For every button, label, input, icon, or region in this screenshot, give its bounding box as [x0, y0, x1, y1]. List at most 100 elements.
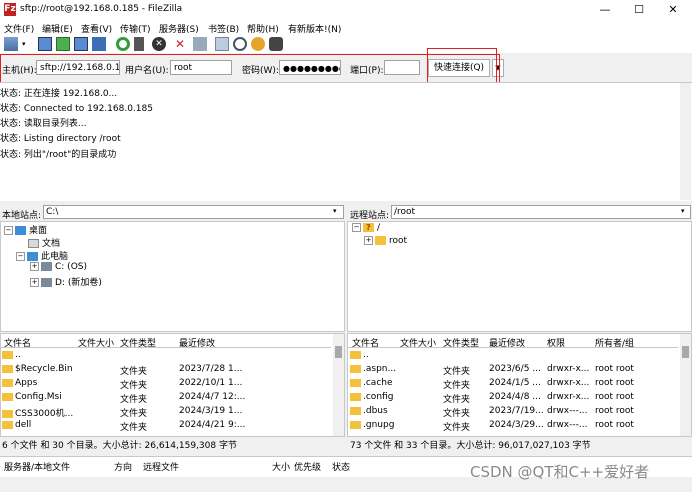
table-row[interactable]: .cache 文件夹 2024/1/5 ... drwxr-x... root …	[350, 377, 678, 391]
file-type: 文件夹	[443, 381, 471, 391]
file-modified: 2024/3/29...	[489, 420, 544, 430]
queue-col-direction[interactable]: 方向	[114, 460, 132, 473]
tree-label: 此电脑	[41, 252, 69, 262]
queue-col-remote[interactable]: 远程文件	[143, 460, 179, 473]
toggle-queue-icon[interactable]	[92, 37, 106, 51]
folder-icon	[350, 420, 361, 429]
collapse-icon[interactable]: −	[16, 252, 25, 261]
menu-help[interactable]: 帮助(H)	[247, 22, 279, 35]
log-line: 状态: Listing directory /root	[0, 134, 121, 144]
collapse-icon[interactable]: −	[352, 223, 361, 232]
remote-path-dropdown-icon[interactable]: ▾	[681, 207, 685, 215]
toggle-log-icon[interactable]	[38, 37, 52, 51]
file-name: ..	[363, 350, 369, 360]
tree-item-remote-root[interactable]: −? /	[352, 223, 380, 233]
log-line: 状态: Connected to 192.168.0.185	[0, 104, 153, 114]
tree-item-documents[interactable]: 文档	[28, 236, 60, 249]
table-row[interactable]: Config.Msi 文件夹 2024/4/7 12:...	[2, 391, 332, 405]
menu-view[interactable]: 查看(V)	[81, 22, 112, 35]
folder-icon	[375, 236, 386, 245]
remote-scroll-thumb[interactable]	[682, 346, 689, 358]
collapse-icon[interactable]: −	[4, 226, 13, 235]
site-manager-dropdown-icon[interactable]: ▾	[22, 37, 30, 51]
minimize-button[interactable]: —	[588, 0, 622, 20]
expand-icon[interactable]: +	[30, 262, 39, 271]
menu-edit[interactable]: 编辑(E)	[42, 22, 73, 35]
table-row[interactable]: ..	[2, 349, 332, 362]
table-row[interactable]: ..	[350, 349, 678, 362]
folder-icon	[350, 350, 361, 359]
table-row[interactable]: Apps 文件夹 2022/10/1 1...	[2, 377, 332, 391]
file-permissions: drwx---...	[547, 420, 588, 430]
refresh-icon[interactable]	[116, 37, 130, 51]
file-name: .aspn...	[363, 364, 397, 374]
file-name: CSS3000机...	[15, 409, 74, 419]
queue-col-size[interactable]: 大小	[272, 460, 290, 473]
file-type: 文件夹	[443, 423, 471, 433]
folder-icon	[2, 364, 13, 373]
tree-item-this-pc[interactable]: − 此电脑	[16, 249, 68, 262]
disconnect-icon[interactable]: ✕	[175, 37, 189, 51]
tree-item-drive-c[interactable]: + C: (OS)	[30, 262, 87, 272]
file-modified: 2024/4/7 12:...	[179, 392, 246, 402]
log-line: 状态: 正在连接 192.168.0...	[0, 89, 118, 99]
table-row[interactable]: $Recycle.Bin 文件夹 2023/7/28 1...	[2, 363, 332, 377]
reconnect-icon[interactable]	[193, 37, 207, 51]
compare-icon[interactable]	[251, 37, 265, 51]
process-queue-icon[interactable]	[134, 37, 144, 51]
table-row[interactable]: .config 文件夹 2024/4/8 ... drwxr-x... root…	[350, 391, 678, 405]
queue-col-server-local[interactable]: 服务器/本地文件	[4, 460, 70, 473]
tree-item-drive-d[interactable]: + D: (新加卷)	[30, 275, 102, 288]
file-type: 文件夹	[120, 367, 148, 377]
folder-icon	[2, 378, 13, 387]
local-scroll-thumb[interactable]	[335, 346, 342, 358]
file-owner: root root	[595, 406, 634, 416]
drive-icon	[41, 278, 52, 287]
search-icon[interactable]	[233, 37, 247, 51]
desktop-icon	[15, 226, 26, 235]
toggle-remote-tree-icon[interactable]	[74, 37, 88, 51]
close-button[interactable]: ✕	[656, 0, 690, 20]
menu-server[interactable]: 服务器(S)	[159, 22, 199, 35]
file-modified: 2024/4/8 ...	[489, 392, 541, 402]
table-row[interactable]: CSS3000机... 文件夹 2024/3/19 1...	[2, 405, 332, 419]
file-type: 文件夹	[443, 395, 471, 405]
drive-icon	[41, 262, 52, 271]
expand-icon[interactable]: +	[364, 236, 373, 245]
menu-file[interactable]: 文件(F)	[4, 22, 34, 35]
log-scrollbar[interactable]	[680, 83, 691, 200]
file-type: 文件夹	[443, 409, 471, 419]
log-line: 状态: 读取目录列表...	[0, 119, 87, 129]
queue-col-priority[interactable]: 优先级	[294, 460, 321, 473]
tree-label: C: (OS)	[55, 262, 87, 272]
table-row[interactable]: .dbus 文件夹 2023/7/19... drwx---... root r…	[350, 405, 678, 419]
queue-col-status[interactable]: 状态	[332, 460, 350, 473]
table-row[interactable]: .aspn... 文件夹 2023/6/5 ... drwxr-x... roo…	[350, 363, 678, 377]
menu-new-version[interactable]: 有新版本!(N)	[288, 22, 341, 35]
tree-item-root-folder[interactable]: + root	[364, 236, 407, 246]
cancel-icon[interactable]: ✕	[152, 37, 166, 51]
folder-icon	[2, 420, 13, 429]
expand-icon[interactable]: +	[30, 278, 39, 287]
filezilla-app-icon: Fz	[4, 3, 16, 16]
document-icon	[28, 239, 39, 248]
table-row[interactable]: dell 文件夹 2024/4/21 9:...	[2, 419, 332, 433]
maximize-button[interactable]: ☐	[622, 0, 656, 20]
remote-path-input[interactable]: /root	[391, 205, 691, 219]
directory-filter-icon[interactable]	[215, 37, 229, 51]
file-modified: 2023/7/28 1...	[179, 364, 243, 374]
menu-transfer[interactable]: 传输(T)	[120, 22, 151, 35]
file-type: 文件夹	[443, 367, 471, 377]
binoculars-icon[interactable]	[269, 37, 283, 51]
file-type: 文件夹	[120, 381, 148, 391]
header-divider	[348, 347, 678, 348]
site-manager-icon[interactable]	[4, 37, 18, 51]
folder-icon	[2, 350, 13, 359]
local-path-dropdown-icon[interactable]: ▾	[333, 207, 337, 215]
local-path-input[interactable]: C:\	[43, 205, 344, 219]
menu-bookmarks[interactable]: 书签(B)	[208, 22, 239, 35]
table-row[interactable]: .gnupg 文件夹 2024/3/29... drwx---... root …	[350, 419, 678, 433]
tree-item-desktop[interactable]: − 桌面	[4, 223, 47, 236]
unknown-folder-icon: ?	[363, 223, 374, 232]
toggle-local-tree-icon[interactable]	[56, 37, 70, 51]
